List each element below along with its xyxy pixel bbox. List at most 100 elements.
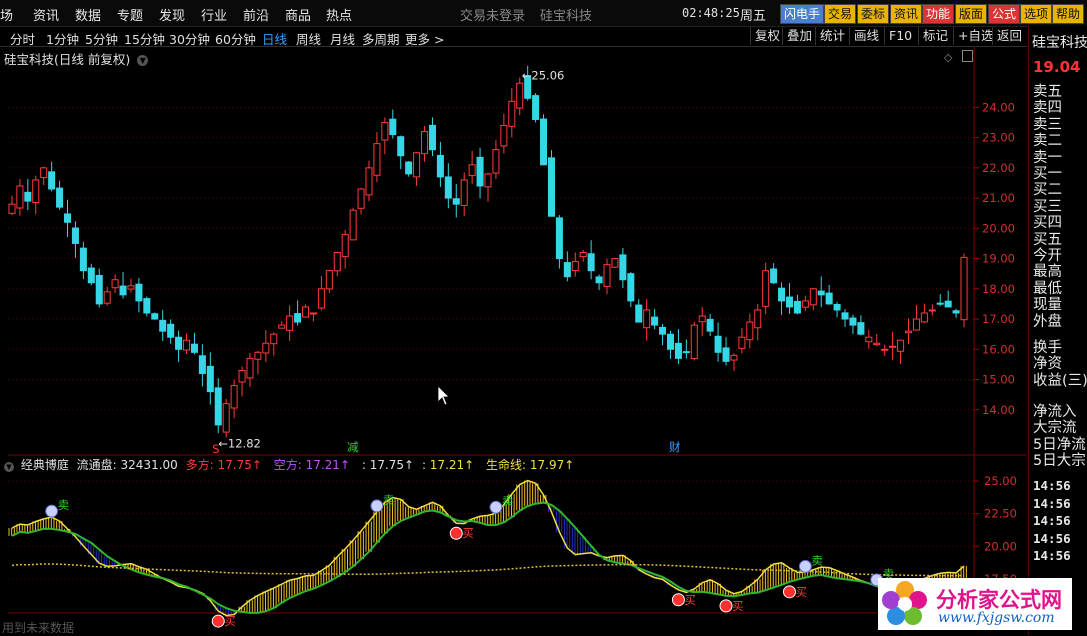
- main-tick-label: 24.00: [982, 100, 1015, 114]
- sell-marker-label: 卖: [811, 553, 823, 567]
- logo-url: www.fxjgsw.com: [938, 610, 1055, 626]
- candle-body: [103, 291, 111, 304]
- candle-body: [944, 300, 952, 308]
- candle-body: [40, 167, 48, 179]
- ind-tick-label: 22.50: [984, 507, 1017, 521]
- candle-body: [801, 300, 809, 308]
- candle-body: [48, 171, 56, 190]
- sell-smile-icon: [798, 559, 812, 573]
- candle-body: [928, 309, 936, 312]
- candle-body: [936, 302, 944, 305]
- candle-body: [722, 347, 730, 362]
- candle-body: [492, 149, 500, 174]
- quote-row-14: 外盘: [1033, 313, 1062, 330]
- candle-body: [381, 121, 389, 141]
- sell-signal-label: S: [212, 442, 219, 456]
- candle-body: [643, 309, 651, 329]
- quote-row-8: 买四: [1033, 215, 1062, 232]
- main-tick-label: 21.00: [982, 191, 1015, 205]
- buy-ball-icon: [449, 526, 463, 540]
- candle-body: [889, 345, 897, 348]
- candle-body: [182, 339, 191, 351]
- quote-price: 19.04: [1033, 58, 1081, 76]
- quote-row-20: 5日净流: [1033, 436, 1086, 453]
- candle-body: [714, 335, 722, 353]
- candle-body: [674, 342, 682, 359]
- candle-body: [817, 290, 825, 296]
- candle-body: [214, 387, 222, 426]
- candle-body: [325, 270, 333, 290]
- indicator-name[interactable]: 经典博庭: [21, 458, 69, 472]
- candle-body: [833, 303, 841, 311]
- candle-body: [405, 161, 413, 175]
- quote-row-7: 买三: [1033, 198, 1062, 215]
- quote-stock-name[interactable]: 硅宝科技: [1032, 32, 1087, 52]
- quote-row-0: 卖五: [1033, 84, 1062, 100]
- indicator-header: ▼ 经典博庭 流通盘: 32431.00 多方: 17.75↑ 空方: 17.2…: [4, 456, 574, 473]
- candle-body: [793, 300, 801, 314]
- main-tick-label: 20.00: [982, 221, 1015, 235]
- trade-time-3: 14:56: [1033, 530, 1071, 546]
- candle-body: [508, 100, 516, 127]
- quote-row-4: 卖一: [1033, 149, 1062, 166]
- main-tick-label: 18.00: [982, 282, 1015, 296]
- quote-row-1: 卖四: [1033, 100, 1062, 117]
- candle-body: [135, 283, 143, 302]
- watermark-logo: 分析家公式网 www.fxjgsw.com: [878, 578, 1072, 630]
- sell-smile-icon: [370, 499, 384, 513]
- value-4: : 17.21↑: [421, 458, 475, 472]
- candle-body: [95, 274, 103, 305]
- candle-body: [317, 288, 325, 309]
- candle-body: [476, 156, 484, 187]
- quote-row-9: 买五: [1033, 231, 1062, 248]
- candle-body: [873, 342, 881, 346]
- candle-body: [897, 339, 905, 352]
- candle-body: [341, 233, 349, 258]
- candlestick-chart[interactable]: 14.00 15.00 16.00 17.00 18.00 19.00 20.00 21.00…: [0, 0, 1087, 635]
- candle-body: [809, 288, 817, 306]
- main-tick-label: 17.00: [982, 312, 1015, 326]
- candle-body: [611, 258, 619, 268]
- candle-body: [127, 285, 135, 290]
- quote-row-12: 最低: [1033, 280, 1062, 297]
- trade-time-4: 14:56: [1033, 548, 1071, 563]
- candle-body: [71, 227, 79, 244]
- candle-body: [857, 322, 865, 335]
- candle-body: [262, 342, 270, 354]
- buy-marker-label: 买: [224, 614, 236, 628]
- main-tick-label: 14.00: [982, 403, 1015, 417]
- candle-body: [468, 164, 476, 177]
- sell-smile-icon: [489, 500, 503, 514]
- candle-body: [500, 125, 508, 147]
- event-cai-label: 财: [669, 440, 681, 454]
- candle-body: [24, 191, 32, 202]
- candle-body: [63, 213, 72, 223]
- candle-body: [579, 252, 587, 258]
- candle-body: [460, 179, 468, 206]
- candle-body: [738, 336, 746, 349]
- sell-marker-label: 卖: [502, 494, 514, 508]
- candle-body: [785, 296, 794, 308]
- candle-body: [294, 313, 302, 323]
- candle-body: [206, 365, 214, 393]
- candle-body: [778, 287, 786, 302]
- main-tick-label: 19.00: [982, 252, 1015, 266]
- candle-body: [119, 285, 127, 296]
- candle-body: [151, 313, 159, 320]
- quote-row-3: 卖二: [1033, 133, 1062, 150]
- candle-body: [56, 187, 64, 208]
- indicator-toggle-icon[interactable]: ▼: [4, 462, 14, 472]
- buy-ball-icon: [211, 614, 225, 628]
- candle-body: [603, 264, 611, 288]
- buy-ball-icon: [719, 599, 733, 613]
- candle-body: [79, 247, 87, 272]
- duo-line: [11, 479, 965, 617]
- candle-body: [198, 355, 206, 374]
- candle-body: [175, 336, 183, 350]
- candle-body: [286, 315, 294, 331]
- main-tick-label: 15.00: [982, 373, 1015, 387]
- candle-body: [230, 385, 238, 409]
- candle-body: [849, 317, 857, 326]
- candle-body: [413, 152, 421, 178]
- candle-body: [540, 118, 548, 166]
